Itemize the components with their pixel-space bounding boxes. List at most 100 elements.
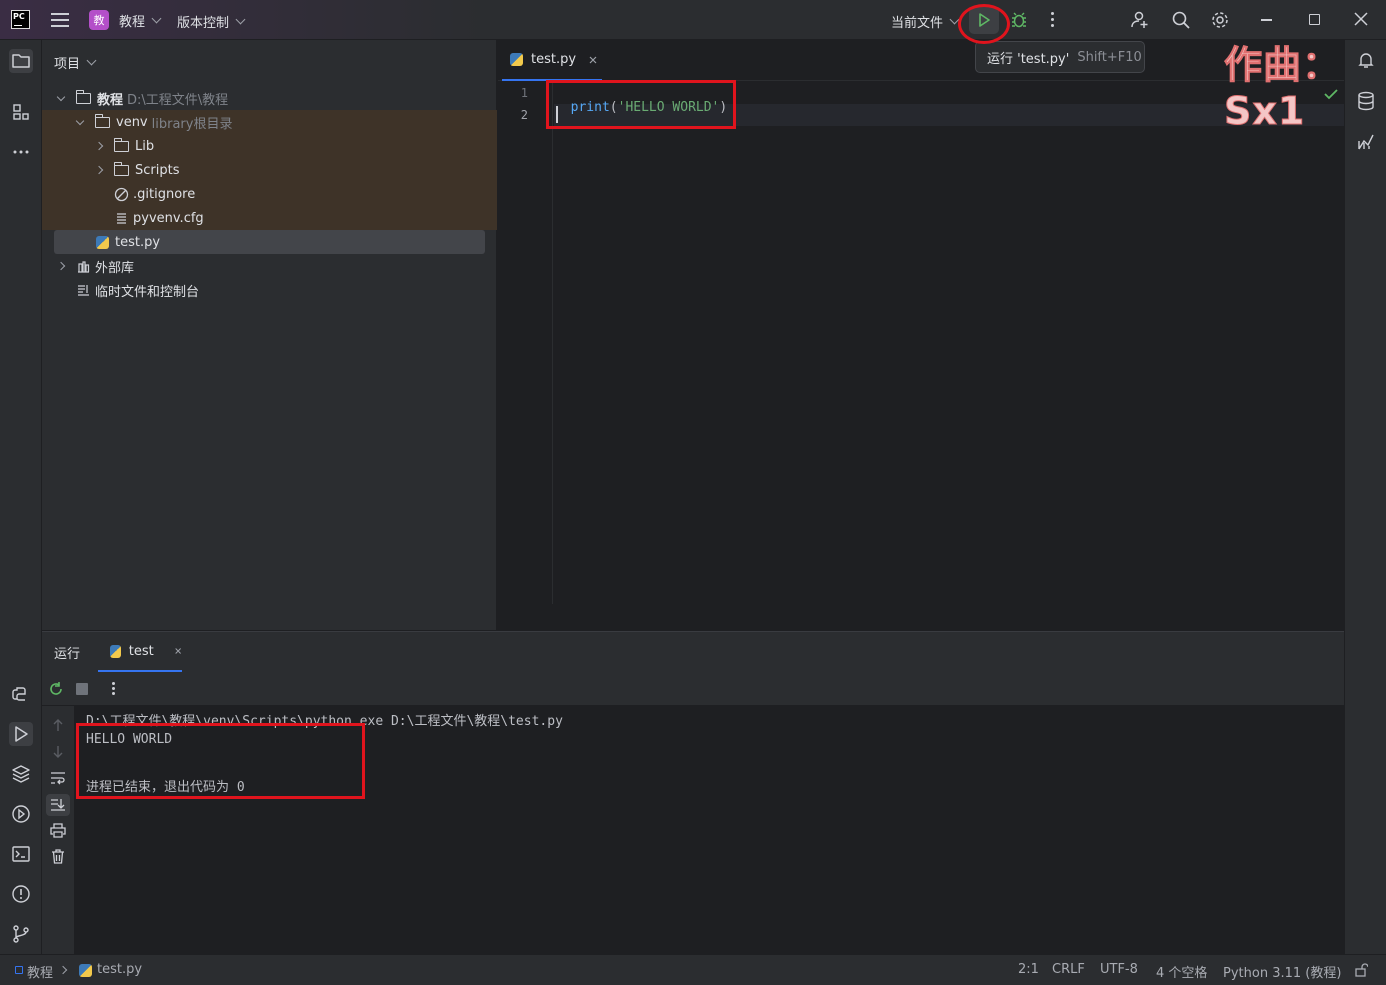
chevron-down-icon (75, 116, 85, 125)
chevron-right-icon (94, 141, 104, 151)
run-tab-label: test (128, 643, 154, 659)
pycharm-logo-icon: PC (11, 10, 30, 29)
project-folder-icon[interactable] (9, 49, 33, 73)
file-encoding[interactable]: UTF-8 (1100, 962, 1138, 977)
python-interpreter[interactable]: Python 3.11 (教程) (1223, 962, 1341, 981)
run-panel-header: 运行 test (42, 632, 1344, 672)
caret-position[interactable]: 2:1 (1018, 962, 1039, 977)
line-number: 2 (520, 108, 528, 122)
tree-item-scratches[interactable]: 临时文件和控制台 (76, 278, 199, 302)
scratches-name: 临时文件和控制台 (95, 284, 200, 300)
annotation-output-box (76, 723, 365, 799)
title-bar: PC 教 教程 版本控制 当前文件 (0, 0, 1386, 40)
stop-icon[interactable] (76, 683, 88, 695)
venv-name: venv (116, 114, 148, 130)
editor-gutter: 1 2 (498, 82, 553, 604)
run-tab-test[interactable]: test (98, 632, 182, 672)
breadcrumb-project[interactable]: 教程 (27, 962, 53, 981)
line-ending[interactable]: CRLF (1052, 962, 1085, 977)
soft-wrap-icon[interactable] (50, 771, 66, 789)
close-window-icon[interactable] (1354, 12, 1368, 30)
annotation-run-circle (958, 4, 1010, 44)
tree-item-scripts[interactable]: Scripts (94, 158, 180, 182)
project-selector[interactable]: 教 教程 (89, 10, 162, 30)
run-side-toolbar (42, 706, 74, 954)
rerun-icon[interactable] (48, 681, 64, 701)
run-tool-icon[interactable] (9, 722, 33, 746)
right-tool-strip (1344, 40, 1386, 954)
gitignore-name: .gitignore (133, 186, 196, 202)
more-tools-icon[interactable] (9, 140, 33, 164)
arrow-up-icon[interactable] (51, 718, 65, 736)
tab-test-py[interactable]: test.py (502, 40, 602, 81)
python-file-icon (110, 644, 121, 658)
config-file-icon (117, 212, 126, 224)
vcs-menu[interactable]: 版本控制 (177, 12, 246, 31)
add-user-icon[interactable] (1130, 10, 1150, 34)
annotation-code-box (546, 80, 736, 129)
chevron-right-icon (58, 965, 68, 975)
bug-icon (1012, 12, 1026, 28)
line-number: 1 (520, 86, 528, 100)
layers-icon[interactable] (9, 762, 33, 786)
ignore-file-icon (114, 187, 129, 201)
tree-item-testpy[interactable]: test.py (96, 230, 160, 254)
tree-item-root[interactable]: 教程 D:\工程文件\教程 (56, 86, 229, 110)
close-tab-icon[interactable] (588, 55, 598, 65)
tree-item-gitignore[interactable]: .gitignore (114, 182, 195, 206)
minimize-window-icon[interactable] (1261, 19, 1272, 21)
settings-gear-icon[interactable] (1210, 10, 1230, 34)
tooltip-text: 运行 'test.py' (987, 51, 1070, 67)
module-icon (15, 966, 23, 974)
python-console-icon[interactable] (9, 682, 33, 706)
python-file-icon (510, 53, 523, 66)
tree-item-lib[interactable]: Lib (94, 134, 154, 158)
folder-icon (113, 137, 129, 152)
indent-setting[interactable]: 4 个空格 (1156, 962, 1207, 981)
chevron-down-icon (151, 13, 162, 23)
root-folder-path: D:\工程文件\教程 (127, 92, 229, 108)
run-toolbar (42, 672, 1344, 706)
terminal-icon[interactable] (9, 842, 33, 866)
lock-icon[interactable] (1354, 963, 1369, 981)
structure-icon[interactable] (9, 100, 33, 124)
debug-button[interactable] (1009, 10, 1029, 30)
more-options-icon[interactable] (112, 682, 115, 695)
tab-label: test.py (531, 52, 577, 67)
trash-icon[interactable] (51, 849, 65, 868)
folder-icon (75, 89, 91, 104)
tree-item-pyvenv[interactable]: pyvenv.cfg (114, 206, 204, 230)
main-menu-icon[interactable] (51, 12, 69, 28)
folder-icon (113, 161, 129, 176)
tooltip-shortcut: Shift+F10 (1077, 49, 1142, 65)
project-panel-header[interactable]: 项目 (54, 53, 97, 72)
status-bar: 教程 test.py 2:1 CRLF UTF-8 4 个空格 Python 3… (0, 954, 1386, 985)
maximize-window-icon[interactable] (1309, 14, 1320, 25)
editor-tab-bar: test.py (498, 40, 1344, 81)
scratches-icon (78, 284, 89, 296)
problems-icon[interactable] (9, 882, 33, 906)
close-tab-icon[interactable] (174, 646, 182, 656)
search-icon[interactable] (1171, 10, 1191, 34)
chevron-right-icon (56, 261, 66, 271)
git-branch-icon[interactable] (9, 922, 33, 946)
folder-icon (94, 113, 110, 128)
project-panel-title: 项目 (54, 57, 81, 72)
run-config-selector[interactable]: 当前文件 (891, 12, 960, 31)
print-icon[interactable] (50, 823, 66, 842)
root-folder-name: 教程 (97, 92, 124, 108)
tree-item-external-libs[interactable]: 外部库 (56, 254, 135, 278)
pyvenv-name: pyvenv.cfg (133, 210, 204, 226)
watermark: 作曲：Sx1 (1224, 43, 1342, 134)
library-icon (78, 260, 90, 273)
run-panel-title: 运行 (54, 647, 81, 662)
breadcrumb-file[interactable]: test.py (97, 962, 142, 977)
more-actions-icon[interactable] (1051, 12, 1055, 28)
services-icon[interactable] (9, 802, 33, 826)
tree-item-venv[interactable]: venv library根目录 (75, 110, 232, 134)
scroll-to-end-icon[interactable] (46, 794, 70, 816)
project-panel: 项目 教程 D:\工程文件\教程 venv library根目录 Lib Scr… (42, 40, 497, 630)
arrow-down-icon[interactable] (51, 745, 65, 763)
scripts-name: Scripts (135, 162, 180, 178)
external-libs-name: 外部库 (95, 260, 135, 276)
